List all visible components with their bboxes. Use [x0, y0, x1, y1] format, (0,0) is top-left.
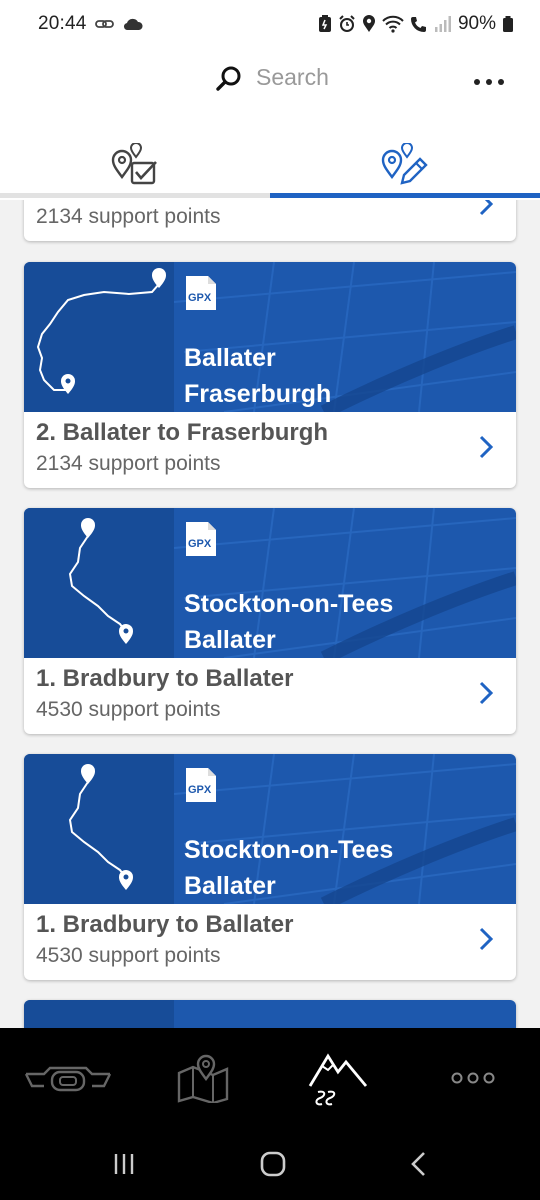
chevron-right-icon[interactable] — [478, 200, 494, 217]
search-placeholder: Search — [256, 64, 329, 90]
link-icon — [94, 20, 114, 28]
recent-apps-icon[interactable] — [112, 1152, 136, 1176]
route-banner: GPX Stockton-on-Tees Ballater — [24, 754, 516, 904]
gpx-file-icon: GPX — [184, 274, 218, 312]
route-thumbnail — [24, 508, 174, 658]
mountain-route-icon — [308, 1053, 367, 1106]
nav-motorcycle[interactable] — [0, 1028, 135, 1128]
route-banner: GPX Ballater Fraserburgh — [24, 262, 516, 412]
route-to: Ballater — [184, 626, 276, 654]
route-from: Ballater — [184, 344, 276, 372]
status-time: 20:44 — [38, 13, 87, 34]
gpx-file-icon: GPX — [184, 766, 218, 804]
dot-icon — [474, 79, 480, 85]
signal-icon — [434, 16, 451, 32]
route-to: Fraserburgh — [184, 380, 332, 408]
route-list[interactable]: 2134 support points GPX Ballater Fraserb… — [0, 200, 540, 1028]
route-thumbnail — [24, 1000, 174, 1028]
route-to: Ballater — [184, 872, 276, 900]
gpx-file-icon: GPX — [184, 520, 218, 558]
battery-icon — [503, 16, 513, 32]
tab-checklist[interactable] — [0, 130, 270, 200]
route-card[interactable]: GPX Ballater Fraserburgh 2. Ballater to … — [24, 262, 516, 488]
svg-text:GPX: GPX — [188, 292, 212, 304]
nav-map[interactable] — [135, 1028, 270, 1128]
route-line-thumbnail — [68, 518, 133, 644]
route-checklist-icon — [111, 143, 157, 185]
route-card[interactable]: GPX Stockton-on-Tees Ballater 1. Bradbur… — [24, 754, 516, 980]
chevron-right-icon[interactable] — [478, 434, 494, 460]
search-bar[interactable]: Search — [216, 64, 329, 91]
route-name: 1. Bradbury to Ballater — [36, 665, 294, 692]
route-edit-icon — [381, 143, 428, 185]
svg-text:GPX: GPX — [188, 784, 212, 796]
dot-icon — [498, 79, 504, 85]
route-name: 1. Bradbury to Ballater — [36, 911, 294, 938]
wifi-icon — [382, 15, 404, 33]
status-bar: 20:44 90% — [0, 0, 540, 48]
route-support-points: 4530 support points — [36, 944, 221, 967]
svg-text:GPX: GPX — [188, 538, 212, 550]
map-icon — [177, 1054, 228, 1103]
more-options-button[interactable] — [474, 70, 504, 94]
tab-bar — [0, 130, 540, 200]
nav-routes[interactable] — [270, 1028, 405, 1128]
motorcycle-icon — [24, 1066, 111, 1092]
route-from: Stockton-on-Tees — [184, 590, 394, 618]
back-icon[interactable] — [410, 1151, 428, 1177]
route-banner — [24, 1000, 516, 1028]
battery-percent: 90% — [457, 13, 496, 34]
route-line-thumbnail — [68, 764, 133, 890]
route-thumbnail — [24, 262, 174, 412]
app-header: Search — [0, 48, 540, 118]
dot-icon — [486, 79, 492, 85]
route-card[interactable]: GPX Stockton-on-Tees Ballater 1. Bradbur… — [24, 508, 516, 734]
cloud-icon — [123, 18, 143, 31]
system-navigation-bar — [0, 1128, 540, 1200]
battery-saver-icon — [318, 15, 331, 32]
home-icon[interactable] — [260, 1151, 286, 1177]
wifi-call-icon — [410, 17, 426, 32]
more-icon — [451, 1072, 494, 1084]
route-from: Stockton-on-Tees — [184, 836, 394, 864]
nav-more[interactable] — [405, 1028, 540, 1128]
route-thumbnail — [24, 754, 174, 904]
route-support-points: 2134 support points — [36, 205, 221, 228]
tab-indicator — [0, 193, 270, 198]
tab-edit-route[interactable] — [270, 130, 540, 200]
route-card[interactable] — [24, 1000, 516, 1028]
route-line-thumbnail — [36, 268, 166, 394]
bottom-navigation — [0, 1028, 540, 1128]
chevron-right-icon[interactable] — [478, 680, 494, 706]
route-card[interactable]: 2134 support points — [24, 200, 516, 241]
route-banner: GPX Stockton-on-Tees Ballater — [24, 508, 516, 658]
route-support-points: 4530 support points — [36, 698, 221, 721]
location-icon — [362, 15, 375, 32]
tab-indicator-active — [270, 193, 540, 198]
alarm-icon — [339, 15, 355, 32]
route-support-points: 2134 support points — [36, 452, 221, 475]
search-icon — [216, 66, 241, 91]
route-name: 2. Ballater to Fraserburgh — [36, 419, 329, 446]
chevron-right-icon[interactable] — [478, 926, 494, 952]
